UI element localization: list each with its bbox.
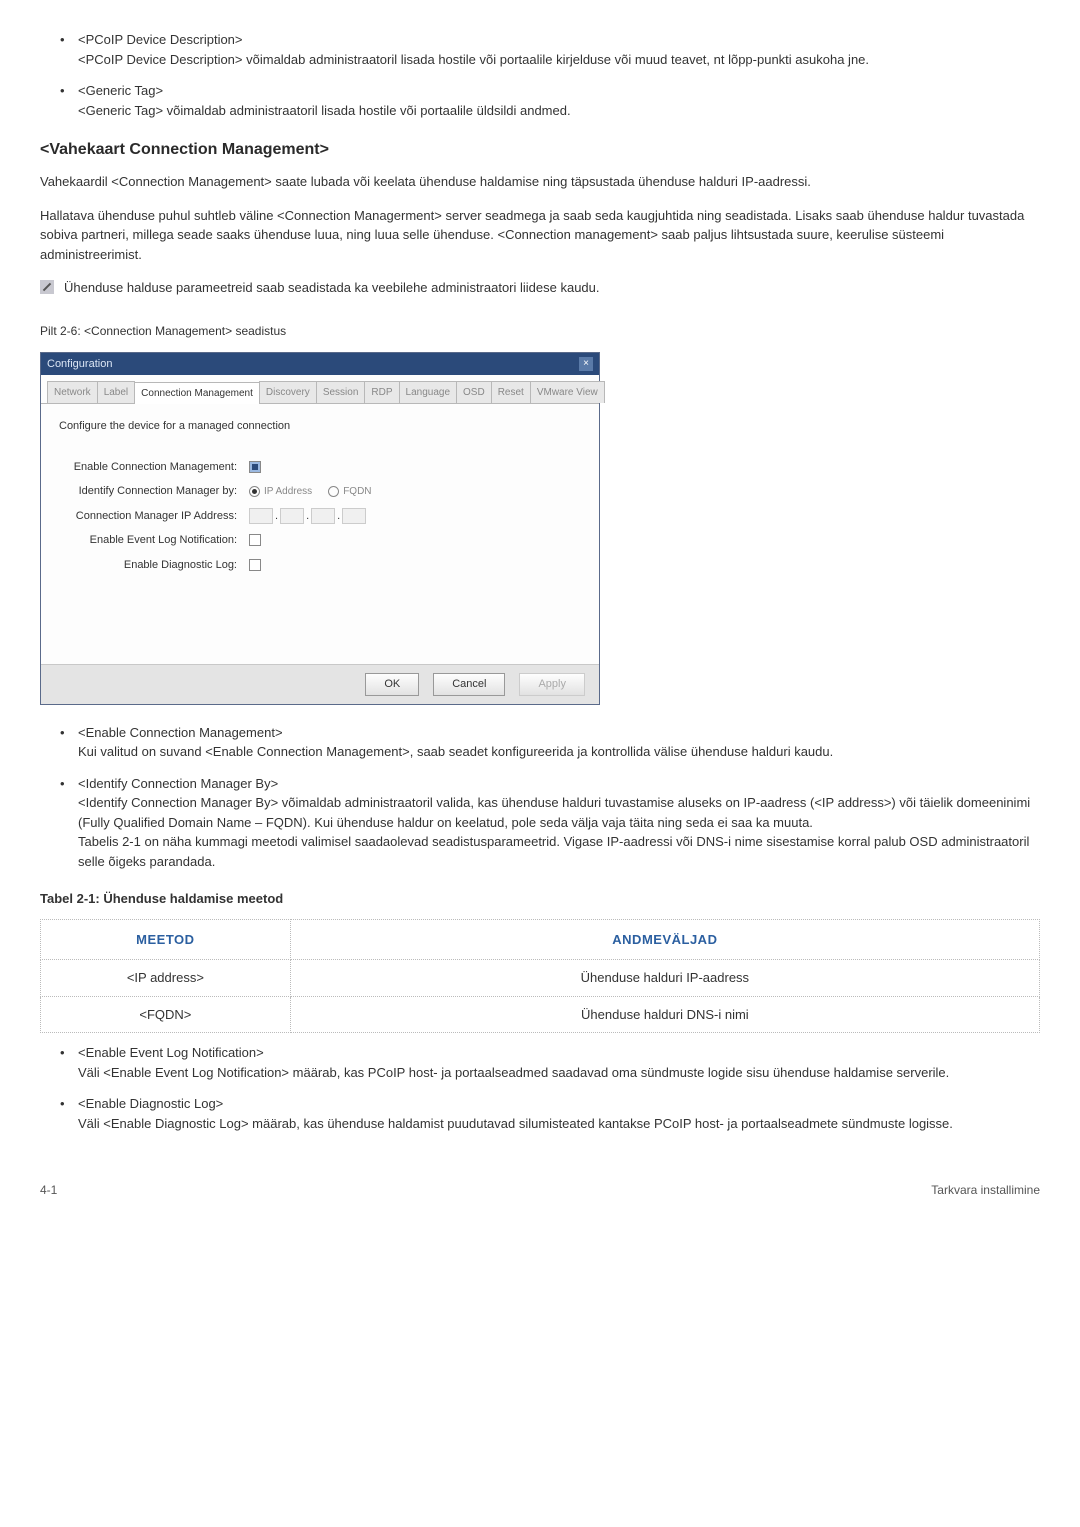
radio-group-identify: IP Address FQDN <box>249 484 372 499</box>
ip-octet[interactable] <box>311 508 335 524</box>
note-icon <box>40 280 54 294</box>
list-item: <Enable Connection Management> Kui valit… <box>60 723 1040 762</box>
note-text: Ühenduse halduse parameetreid saab seadi… <box>64 278 600 298</box>
radio-icon <box>249 486 260 497</box>
label-cm-ip: Connection Manager IP Address: <box>59 508 249 525</box>
tab-label[interactable]: Label <box>97 381 135 403</box>
dialog-footer: OK Cancel Apply <box>41 664 599 704</box>
list-item: <PCoIP Device Description> <PCoIP Device… <box>60 30 1040 69</box>
item-body: <PCoIP Device Description> võimaldab adm… <box>78 50 1040 70</box>
col-header-fields: ANDMEVÄLJAD <box>290 919 1039 960</box>
ip-octet[interactable] <box>280 508 304 524</box>
ip-address-input[interactable]: . . . <box>249 508 366 525</box>
cancel-button[interactable]: Cancel <box>433 673 505 696</box>
footer-left: 4-1 <box>40 1181 57 1199</box>
tab-network[interactable]: Network <box>47 381 98 403</box>
item-body: Väli <Enable Diagnostic Log> määrab, kas… <box>78 1114 1040 1134</box>
dialog-intro: Configure the device for a managed conne… <box>59 418 581 435</box>
after-bullet-list: <Enable Connection Management> Kui valit… <box>40 723 1040 872</box>
page-footer: 4-1 Tarkvara installimine <box>40 1173 1040 1199</box>
item-body: <Identify Connection Manager By> võimald… <box>78 793 1040 832</box>
item-title: <Enable Connection Management> <box>78 723 1040 743</box>
footer-right: Tarkvara installimine <box>931 1181 1040 1199</box>
tab-discovery[interactable]: Discovery <box>259 381 317 403</box>
configuration-dialog: Configuration × Network Label Connection… <box>40 352 600 705</box>
table-row: <FQDN> Ühenduse halduri DNS-i nimi <box>41 996 1040 1033</box>
close-icon[interactable]: × <box>579 357 593 371</box>
ok-button[interactable]: OK <box>365 673 419 696</box>
item-title: <Identify Connection Manager By> <box>78 774 1040 794</box>
methods-table: MEETOD ANDMEVÄLJAD <IP address> Ühenduse… <box>40 919 1040 1034</box>
section-paragraph: Hallatava ühenduse puhul suhtleb väline … <box>40 206 1040 265</box>
apply-button[interactable]: Apply <box>519 673 585 696</box>
item-body-extra: Tabelis 2-1 on näha kummagi meetodi vali… <box>78 832 1040 871</box>
table-row: <IP address> Ühenduse halduri IP-aadress <box>41 960 1040 997</box>
row-identify-by: Identify Connection Manager by: IP Addre… <box>59 483 581 500</box>
cell-fields: Ühenduse halduri IP-aadress <box>290 960 1039 997</box>
section-heading: <Vahekaart Connection Management> <box>40 138 1040 162</box>
checkbox-diag-log[interactable] <box>249 559 261 571</box>
radio-option-ip[interactable]: IP Address <box>249 484 312 499</box>
tab-language[interactable]: Language <box>399 381 458 403</box>
label-enable-cm: Enable Connection Management: <box>59 459 249 476</box>
item-title: <Generic Tag> <box>78 81 1040 101</box>
row-enable-cm: Enable Connection Management: <box>59 459 581 476</box>
dialog-body: Configure the device for a managed conne… <box>41 404 599 664</box>
item-body: <Generic Tag> võimaldab administraatoril… <box>78 101 1040 121</box>
list-item: <Generic Tag> <Generic Tag> võimaldab ad… <box>60 81 1040 120</box>
radio-icon <box>328 486 339 497</box>
row-cm-ip: Connection Manager IP Address: . . . <box>59 508 581 525</box>
item-body: Kui valitud on suvand <Enable Connection… <box>78 742 1040 762</box>
item-title: <Enable Event Log Notification> <box>78 1043 1040 1063</box>
item-body: Väli <Enable Event Log Notification> mää… <box>78 1063 1040 1083</box>
col-header-method: MEETOD <box>41 919 291 960</box>
ip-octet[interactable] <box>342 508 366 524</box>
list-item: <Identify Connection Manager By> <Identi… <box>60 774 1040 872</box>
tab-rdp[interactable]: RDP <box>364 381 399 403</box>
tab-reset[interactable]: Reset <box>491 381 531 403</box>
final-bullet-list: <Enable Event Log Notification> Väli <En… <box>40 1043 1040 1133</box>
item-title: <Enable Diagnostic Log> <box>78 1094 1040 1114</box>
dialog-tabs: Network Label Connection Management Disc… <box>41 375 599 404</box>
table-caption: Tabel 2-1: Ühenduse haldamise meetod <box>40 889 1040 909</box>
cell-method: <IP address> <box>41 960 291 997</box>
row-diag-log: Enable Diagnostic Log: <box>59 557 581 574</box>
dialog-title: Configuration <box>47 356 112 373</box>
label-diag-log: Enable Diagnostic Log: <box>59 557 249 574</box>
cell-fields: Ühenduse halduri DNS-i nimi <box>290 996 1039 1033</box>
checkbox-enable-cm[interactable] <box>249 461 261 473</box>
tab-vmware-view[interactable]: VMware View <box>530 381 605 403</box>
ip-octet[interactable] <box>249 508 273 524</box>
list-item: <Enable Diagnostic Log> Väli <Enable Dia… <box>60 1094 1040 1133</box>
label-identify-by: Identify Connection Manager by: <box>59 483 249 500</box>
tab-osd[interactable]: OSD <box>456 381 492 403</box>
item-title: <PCoIP Device Description> <box>78 30 1040 50</box>
dialog-titlebar: Configuration × <box>41 353 599 376</box>
checkbox-event-log[interactable] <box>249 534 261 546</box>
label-event-log: Enable Event Log Notification: <box>59 532 249 549</box>
list-item: <Enable Event Log Notification> Väli <En… <box>60 1043 1040 1082</box>
tab-connection-management[interactable]: Connection Management <box>134 382 260 404</box>
row-event-log: Enable Event Log Notification: <box>59 532 581 549</box>
radio-option-fqdn[interactable]: FQDN <box>328 484 371 499</box>
top-bullet-list: <PCoIP Device Description> <PCoIP Device… <box>40 30 1040 120</box>
cell-method: <FQDN> <box>41 996 291 1033</box>
figure-caption: Pilt 2-6: <Connection Management> seadis… <box>40 322 1040 340</box>
tab-session[interactable]: Session <box>316 381 366 403</box>
section-paragraph: Vahekaardil <Connection Management> saat… <box>40 172 1040 192</box>
note: Ühenduse halduse parameetreid saab seadi… <box>40 278 1040 298</box>
